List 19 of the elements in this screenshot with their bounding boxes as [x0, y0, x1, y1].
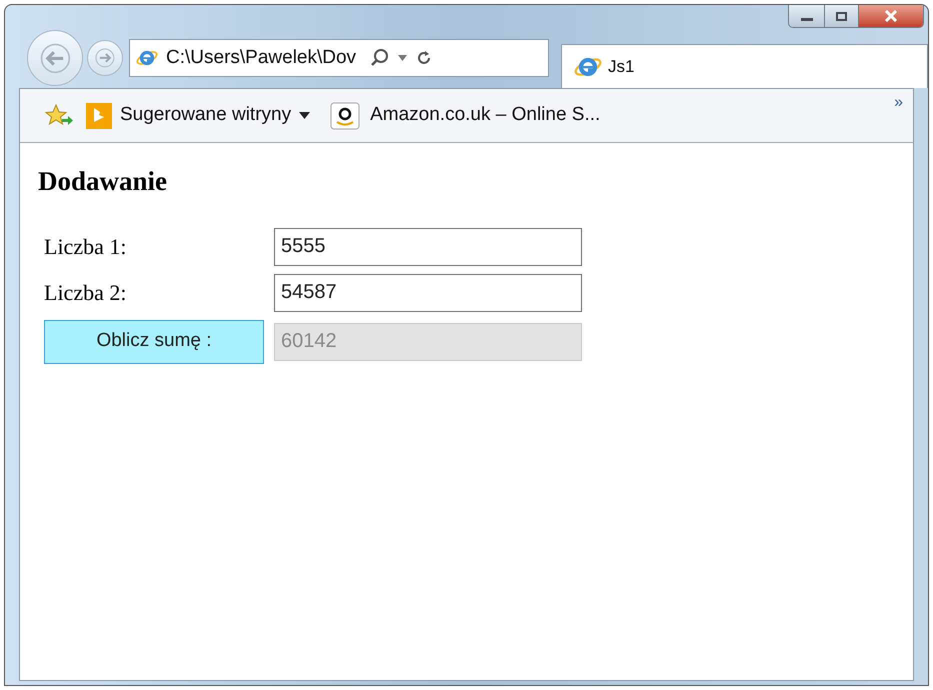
dropdown-caret-icon — [299, 112, 310, 119]
search-icon[interactable] — [370, 48, 390, 68]
number-field[interactable]: 5555 — [274, 228, 582, 266]
address-text: C:\Users\Pawelek\Dov — [166, 46, 356, 70]
maximize-button[interactable] — [825, 5, 859, 27]
close-button[interactable] — [859, 5, 923, 27]
dropdown-caret-icon[interactable] — [398, 55, 408, 61]
page-heading: Dodawanie — [38, 165, 168, 198]
browser-tab[interactable]: Js1 — [561, 44, 928, 88]
number-field[interactable]: 54587 — [274, 274, 582, 312]
address-bar[interactable]: C:\Users\Pawelek\Dov — [129, 39, 549, 77]
more-chevron[interactable]: » — [894, 91, 903, 115]
close-icon — [884, 10, 898, 22]
minimize-button[interactable] — [789, 5, 825, 27]
field-label: Liczba 1: — [44, 233, 128, 261]
field-label: Liczba 2: — [44, 279, 128, 307]
star-icon[interactable] — [44, 104, 74, 128]
favorites-menu[interactable]: Sugerowane witryny — [86, 101, 310, 130]
favorite-link[interactable]: Amazon.co.uk – Online S... — [330, 101, 600, 130]
